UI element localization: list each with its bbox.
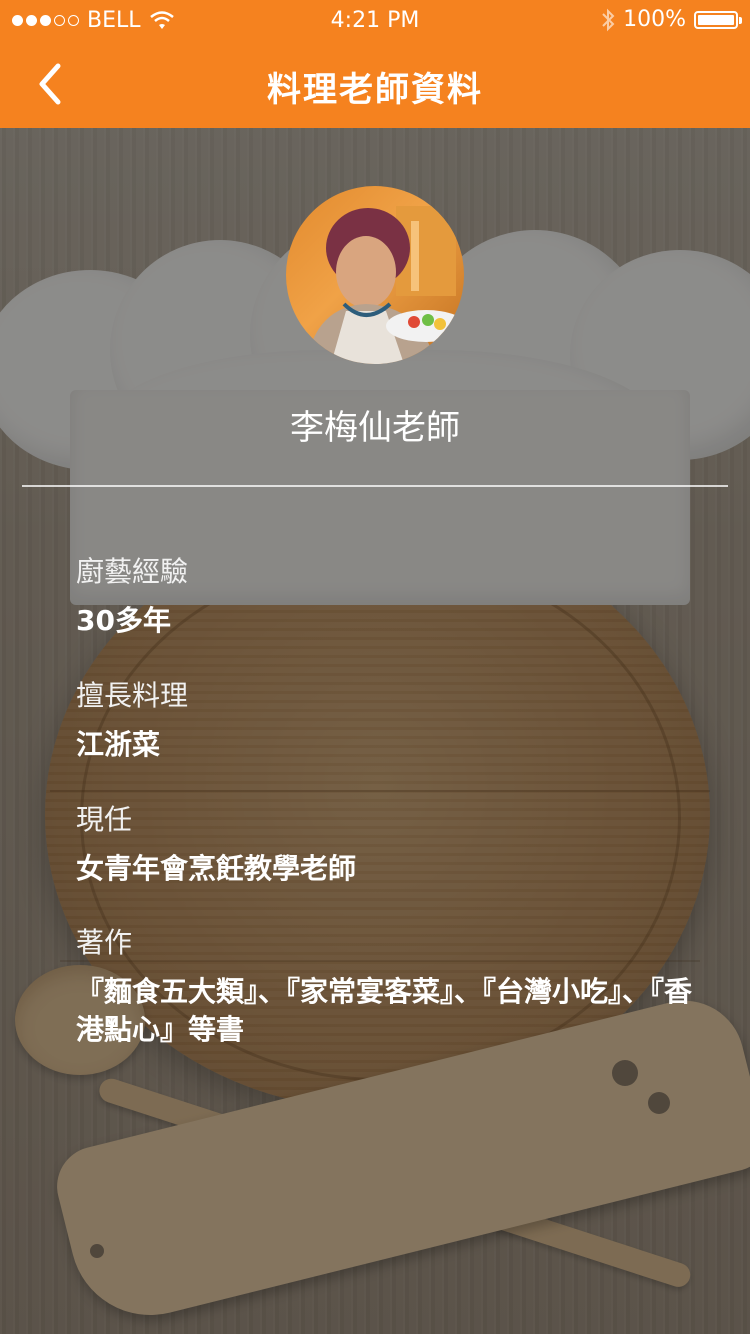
detail-label-experience: 廚藝經驗	[76, 555, 189, 588]
nav-bar: 料理老師資料	[0, 40, 750, 128]
detail-label-current-position: 現任	[76, 802, 133, 836]
avatar	[286, 186, 464, 364]
screen: BELL 4:21 PM 100% 料理老師資料 李梅仙老師 廚藝經驗 30多年…	[0, 0, 750, 1334]
teacher-photo	[306, 206, 464, 364]
detail-label-publications: 著作	[76, 926, 133, 960]
battery-level	[698, 14, 734, 25]
detail-value-specialty: 江浙菜	[76, 727, 161, 761]
details-section: 廚藝經驗 30多年 擅長料理 江浙菜 現任 女青年會烹飪教學老師 著作 『麵食五…	[76, 550, 696, 1083]
detail-value-current-position: 女青年會烹飪教學老師	[76, 851, 357, 885]
detail-label-specialty: 擅長料理	[76, 678, 189, 712]
battery-percent: 100%	[623, 7, 686, 32]
status-right: 100%	[601, 7, 742, 32]
detail-item: 現任 女青年會烹飪教學老師	[76, 798, 696, 888]
status-bar: BELL 4:21 PM 100%	[0, 0, 750, 40]
teacher-name: 李梅仙老師	[290, 408, 460, 448]
detail-item: 擅長料理 江浙菜	[76, 674, 696, 764]
page-title: 料理老師資料	[267, 70, 483, 110]
detail-item: 廚藝經驗 30多年	[76, 550, 696, 640]
battery-icon	[694, 10, 742, 29]
detail-value-publications: 『麵食五大類』、『家常宴客菜』、『台灣小吃』、『香港點心』等書	[76, 975, 693, 1047]
detail-item: 著作 『麵食五大類』、『家常宴客菜』、『台灣小吃』、『香港點心』等書	[76, 921, 696, 1049]
divider	[22, 485, 728, 487]
bluetooth-icon	[602, 8, 615, 31]
detail-value-experience: 30多年	[76, 604, 171, 637]
